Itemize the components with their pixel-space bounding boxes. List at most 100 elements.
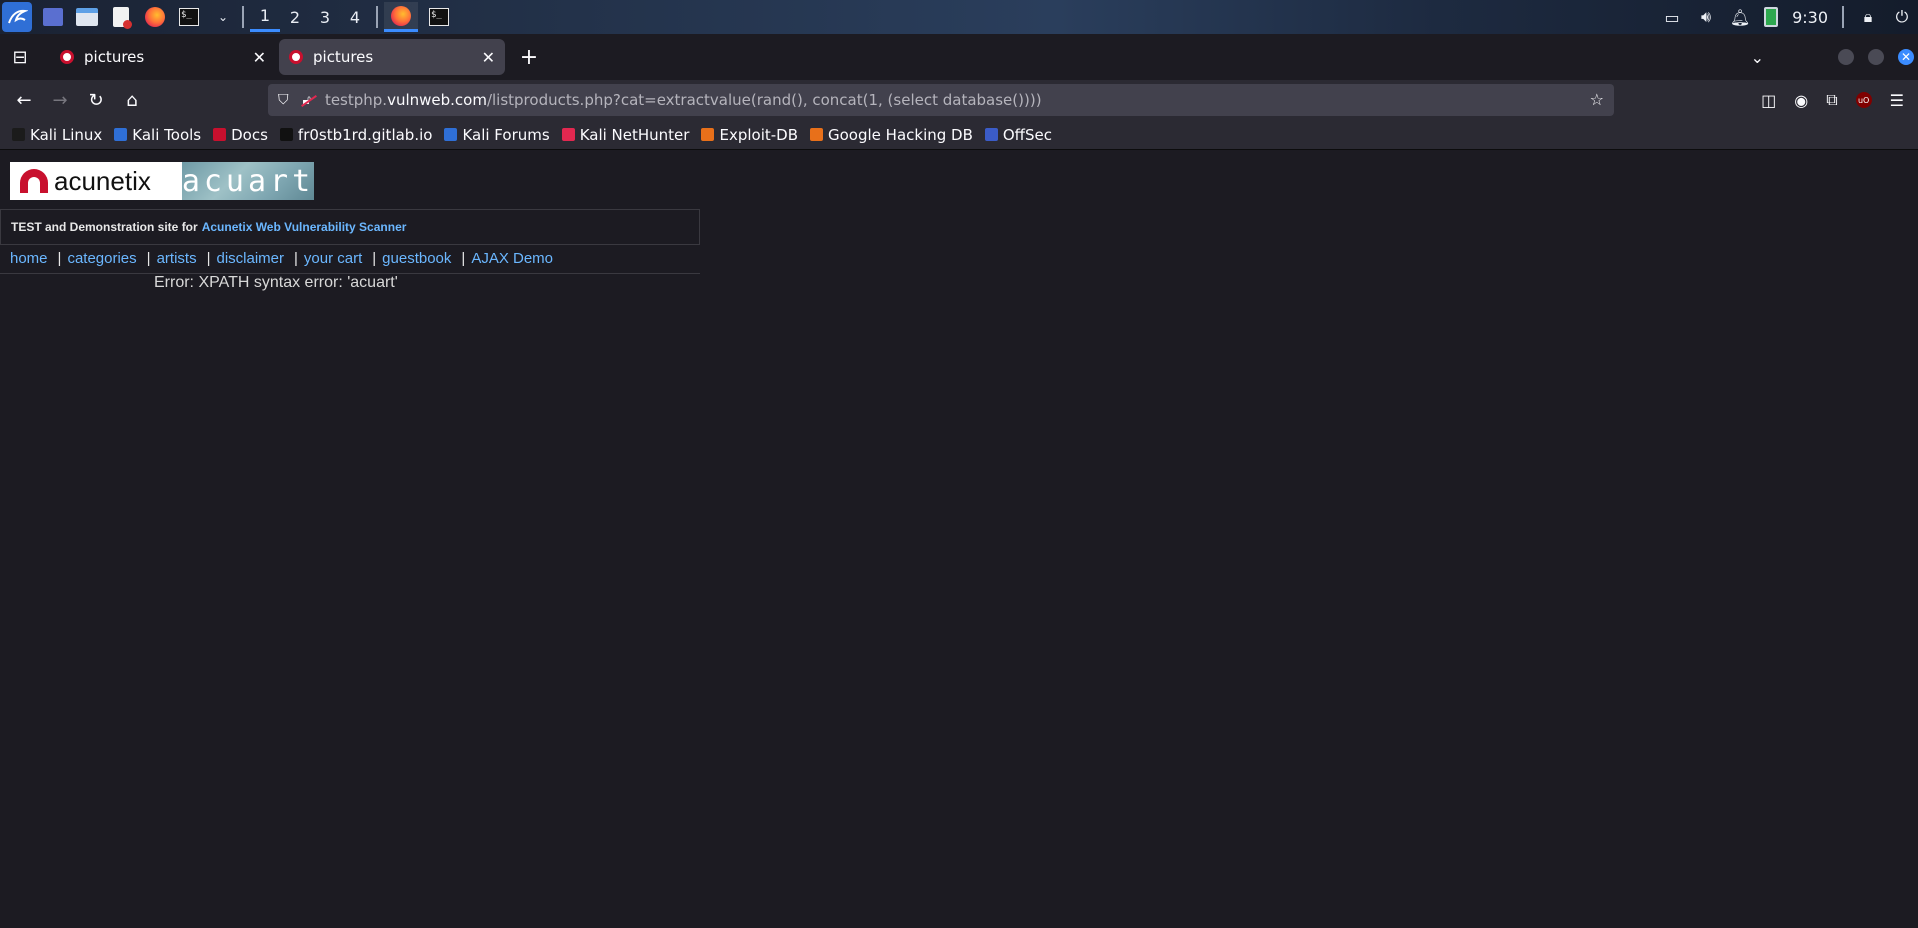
- tab-2[interactable]: pictures ✕: [279, 39, 505, 75]
- kali-dragon-icon: [8, 9, 28, 24]
- bookmark-offsec[interactable]: OffSec: [984, 126, 1052, 144]
- arrow-right-icon: →: [52, 89, 68, 111]
- bookmark-star-icon[interactable]: ☆: [1590, 90, 1604, 109]
- ublock-origin-icon[interactable]: uO: [1855, 92, 1872, 108]
- acunetix-scanner-link[interactable]: Acunetix Web Vulnerability Scanner: [202, 220, 407, 234]
- workspace-4[interactable]: 4: [340, 2, 370, 32]
- files-launcher[interactable]: [74, 4, 100, 30]
- site-subtitle: TEST and Demonstration site for Acunetix…: [0, 209, 700, 245]
- terminal-icon: $_: [179, 8, 199, 26]
- menu-link-ajax-demo[interactable]: AJAX Demo: [471, 250, 553, 267]
- firefox-icon: [145, 7, 165, 27]
- menu-separator: |: [206, 249, 211, 267]
- desktop-launcher[interactable]: [40, 4, 66, 30]
- menu-link-home[interactable]: home: [10, 250, 48, 267]
- firefox-launcher[interactable]: [142, 4, 168, 30]
- plus-icon: +: [519, 44, 539, 70]
- new-tab-button[interactable]: +: [511, 39, 547, 75]
- pocket-icon[interactable]: ◫: [1761, 91, 1776, 110]
- bookmark-favicon-icon: [444, 128, 458, 141]
- terminal-icon: $_: [429, 8, 449, 26]
- navigation-bar: ← → ↻ ⌂ ⛉ 🔓︎ testphp. vulnweb.com/listpro…: [0, 80, 1918, 120]
- firefox-view-icon: ⊟: [12, 46, 28, 68]
- menu-link-artists[interactable]: artists: [157, 250, 197, 267]
- workspace-2[interactable]: 2: [280, 2, 310, 32]
- url-host: vulnweb.com: [387, 91, 487, 109]
- display-icon[interactable]: ▭: [1662, 7, 1682, 27]
- close-tab-icon[interactable]: ✕: [482, 48, 495, 67]
- firefox-view-button[interactable]: ⊟: [0, 37, 40, 77]
- shield-icon[interactable]: ⛉: [278, 92, 289, 108]
- close-window-button[interactable]: ✕: [1898, 49, 1914, 65]
- taskbar-firefox[interactable]: [384, 2, 418, 32]
- acunetix-favicon-icon: [60, 50, 74, 64]
- launcher-dropdown[interactable]: ⌄: [210, 4, 236, 30]
- kali-menu-button[interactable]: [2, 2, 32, 32]
- menu-separator: |: [294, 249, 298, 267]
- insecure-lock-icon[interactable]: 🔓︎: [303, 93, 311, 108]
- logout-icon[interactable]: ⏻: [1892, 7, 1912, 27]
- acunetix-logo[interactable]: acunetix: [10, 162, 182, 200]
- battery-icon[interactable]: [1764, 7, 1779, 27]
- bookmark-label: Kali NetHunter: [579, 125, 690, 144]
- bookmark-docs[interactable]: Docs: [213, 126, 268, 144]
- menu-icon[interactable]: ☰: [1890, 91, 1904, 110]
- list-all-tabs-icon[interactable]: ⌄: [1751, 48, 1764, 67]
- site-menu: home | categories | artists | disclaimer | your …: [10, 245, 553, 271]
- menu-separator: |: [372, 249, 377, 267]
- terminal-launcher[interactable]: $_: [176, 4, 202, 30]
- editor-launcher[interactable]: [108, 4, 134, 30]
- panel-separator: [1842, 6, 1844, 28]
- extensions-icon[interactable]: ⧉: [1826, 90, 1837, 110]
- bookmark-favicon-icon: [701, 128, 715, 141]
- reload-button[interactable]: ↻: [78, 84, 114, 116]
- tab-1[interactable]: pictures ✕: [50, 39, 276, 75]
- bookmark-favicon-icon: [810, 128, 823, 141]
- web-page: acunetix acuart TEST and Demonstration s…: [0, 151, 1918, 928]
- back-button[interactable]: ←: [6, 84, 42, 116]
- bookmark-kali-nethunter[interactable]: Kali NetHunter: [561, 125, 690, 144]
- bookmark-label: Kali Linux: [30, 125, 103, 144]
- minimize-button[interactable]: [1838, 49, 1854, 65]
- site-banner[interactable]: acunetix acuart: [10, 162, 314, 200]
- taskbar-terminal[interactable]: $_: [426, 4, 452, 30]
- bookmark-label: Kali Forums: [462, 125, 550, 144]
- lock-icon[interactable]: 🔒︎: [1858, 7, 1878, 27]
- menu-separator: |: [146, 249, 151, 267]
- maximize-button[interactable]: [1868, 49, 1884, 65]
- bookmark-favicon-icon: [561, 128, 575, 141]
- url-subdomain: testphp.: [324, 91, 388, 109]
- url-path: /listproducts.php?cat=extractvalue(rand(…: [486, 91, 1042, 109]
- forward-button[interactable]: →: [42, 84, 78, 116]
- account-icon[interactable]: ◉: [1794, 91, 1808, 110]
- bookmark-exploit-db[interactable]: Exploit-DB: [701, 126, 798, 144]
- clock[interactable]: 9:30: [1792, 8, 1828, 27]
- volume-icon[interactable]: 🔊︎: [1696, 7, 1716, 27]
- home-button[interactable]: ⌂: [114, 84, 150, 116]
- menu-link-your-cart[interactable]: your cart: [304, 250, 362, 267]
- acunetix-logo-text: acunetix: [54, 165, 151, 196]
- bookmark-fr0stb1rd-gitlab-io[interactable]: fr0stb1rd.gitlab.io: [279, 126, 432, 144]
- url-bar[interactable]: ⛉ 🔓︎ testphp. vulnweb.com/listproducts.ph…: [268, 84, 1614, 116]
- bookmark-google-hacking-db[interactable]: Google Hacking DB: [810, 126, 973, 144]
- bookmark-kali-forums[interactable]: Kali Forums: [444, 125, 550, 144]
- bookmark-label: Exploit-DB: [719, 125, 798, 144]
- menu-link-disclaimer[interactable]: disclaimer: [216, 250, 284, 267]
- tab-title: pictures: [84, 48, 145, 66]
- reload-icon: ↻: [88, 89, 104, 111]
- acuart-logo[interactable]: acuart: [182, 162, 314, 200]
- menu-link-categories[interactable]: categories: [67, 250, 136, 267]
- bookmark-kali-tools[interactable]: Kali Tools: [114, 126, 201, 144]
- tab-title: pictures: [313, 48, 374, 66]
- desktop-icon: [43, 8, 63, 26]
- bookmark-kali-linux[interactable]: Kali Linux: [12, 126, 102, 144]
- bookmark-favicon-icon: [279, 128, 293, 141]
- bookmark-favicon-icon: [984, 128, 998, 141]
- workspace-1[interactable]: 1: [250, 2, 280, 32]
- menu-link-guestbook[interactable]: guestbook: [382, 250, 451, 267]
- bell-icon[interactable]: 🔔︎: [1730, 7, 1750, 27]
- workspace-3[interactable]: 3: [310, 2, 340, 32]
- arrow-left-icon: ←: [16, 89, 32, 111]
- system-tray: ▭ 🔊︎ 🔔︎ 9:30 🔒︎ ⏻: [1662, 0, 1918, 34]
- close-tab-icon[interactable]: ✕: [253, 48, 266, 67]
